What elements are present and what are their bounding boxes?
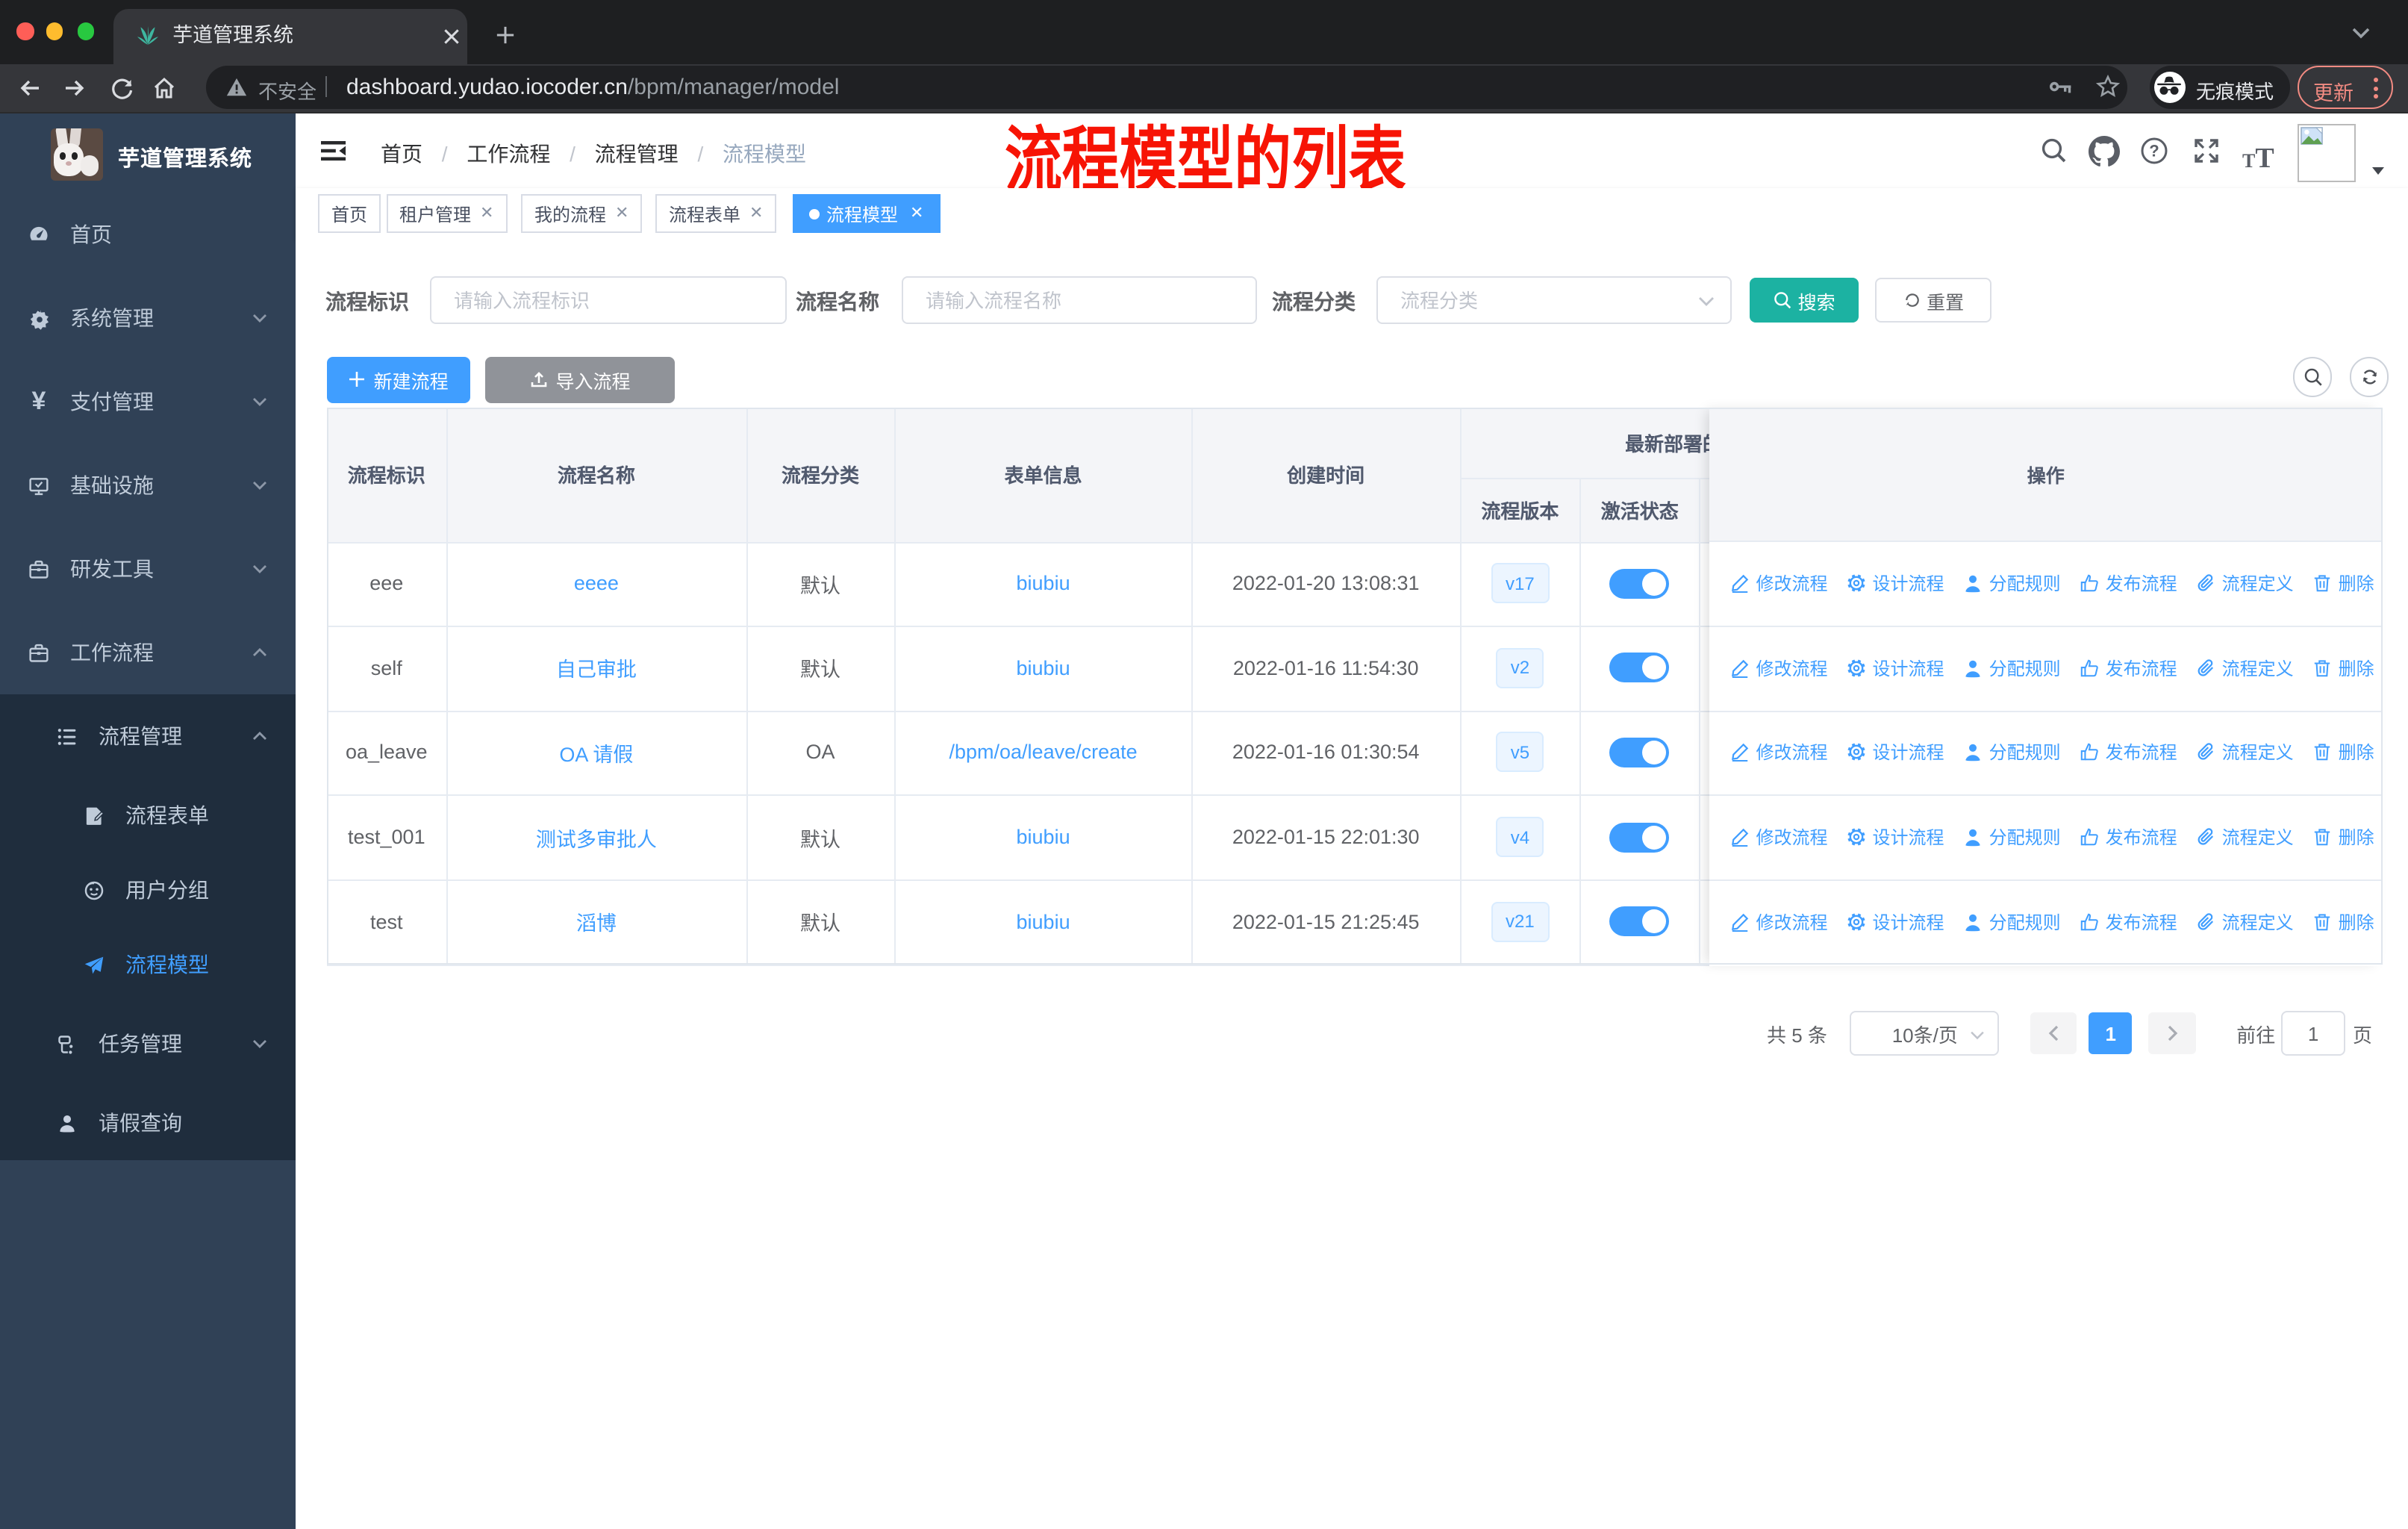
svg-text:?: ? bbox=[2149, 142, 2159, 161]
